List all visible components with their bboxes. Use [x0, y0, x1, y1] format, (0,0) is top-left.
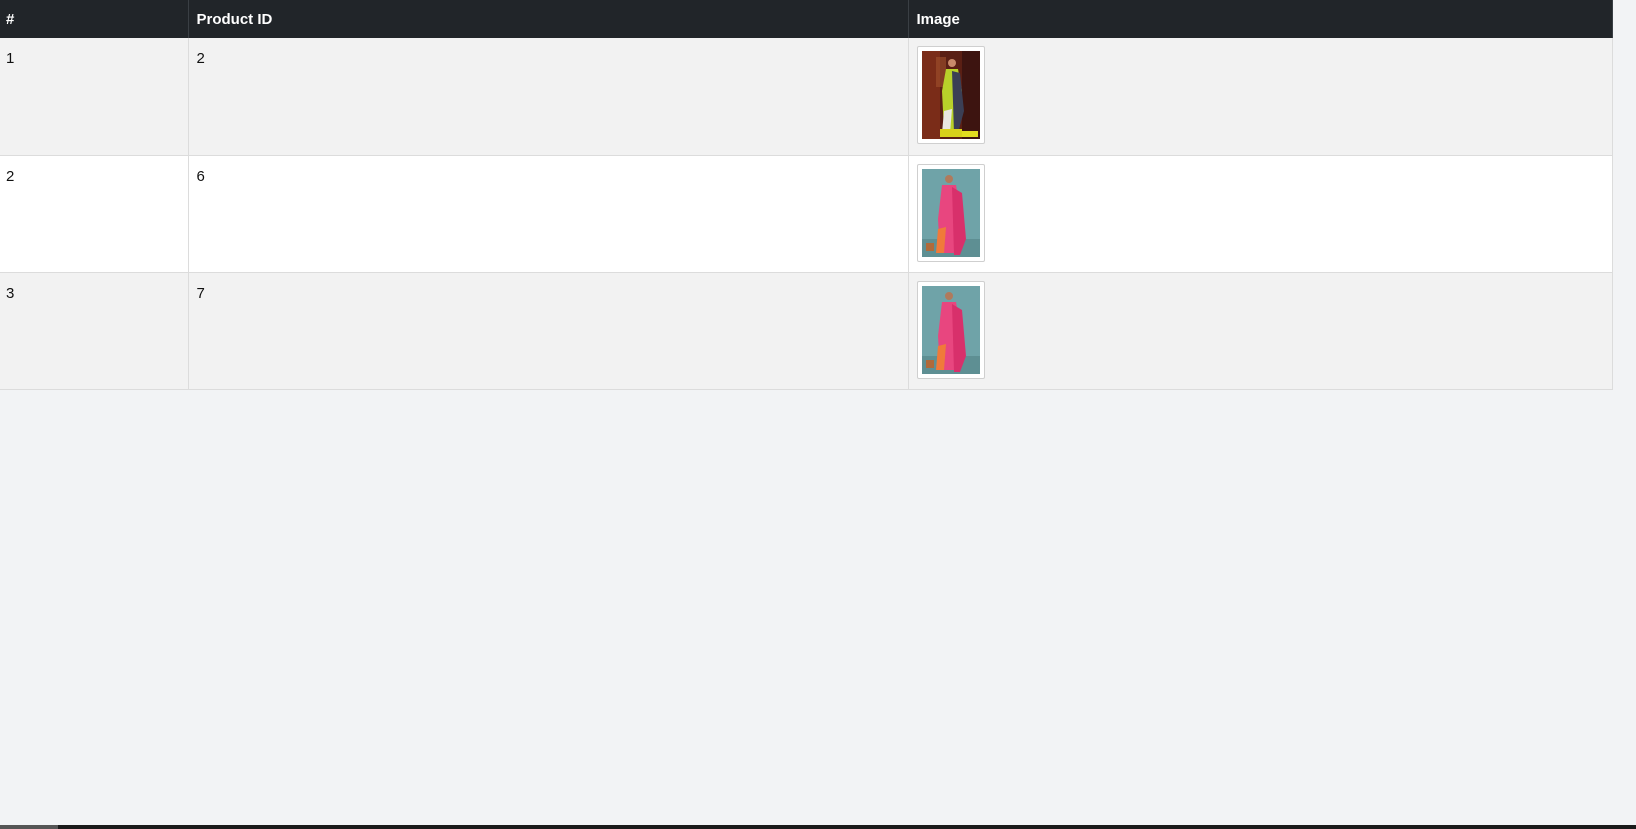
- row-image-cell: [908, 38, 1613, 156]
- scrollbar-thumb[interactable]: [0, 825, 58, 829]
- product-thumbnail[interactable]: [916, 280, 985, 379]
- header-product-id[interactable]: Product ID: [188, 0, 909, 38]
- row-index: 1: [0, 38, 189, 156]
- saree-pink-image: [921, 168, 980, 257]
- table-body: 1 2 2 6 3 7: [0, 38, 1613, 390]
- header-row: # Product ID Image: [0, 0, 1613, 38]
- row-product-id: 6: [188, 155, 909, 273]
- product-thumbnail[interactable]: [916, 46, 985, 144]
- row-index: 3: [0, 272, 189, 390]
- products-table: # Product ID Image 1 2 2 6 3 7: [0, 0, 1613, 390]
- header-index[interactable]: #: [0, 0, 189, 38]
- header-image[interactable]: Image: [908, 0, 1613, 38]
- row-index: 2: [0, 155, 189, 273]
- row-product-id: 7: [188, 272, 909, 390]
- saree-pink-image: [921, 285, 980, 374]
- product-thumbnail[interactable]: [916, 163, 985, 262]
- row-image-cell: [908, 155, 1613, 273]
- row-product-id: 2: [188, 38, 909, 156]
- row-image-cell: [908, 272, 1613, 390]
- table-header: # Product ID Image: [0, 0, 1613, 38]
- horizontal-scrollbar[interactable]: [0, 825, 1636, 829]
- table-row: 1 2: [0, 38, 1613, 156]
- table-row: 3 7: [0, 272, 1613, 390]
- page: # Product ID Image 1 2 2 6 3 7: [0, 0, 1636, 829]
- saree-green-image: [921, 51, 980, 139]
- table-row: 2 6: [0, 155, 1613, 273]
